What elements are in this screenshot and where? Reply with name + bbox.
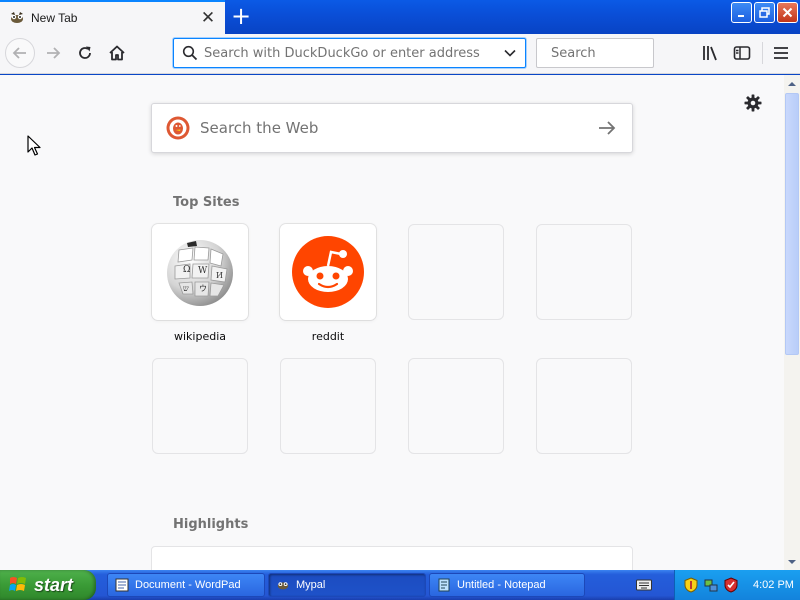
- restore-icon[interactable]: [754, 2, 775, 23]
- windows-logo-icon: [9, 577, 26, 591]
- close-icon[interactable]: [777, 2, 798, 23]
- menu-icon[interactable]: [771, 43, 791, 63]
- back-icon[interactable]: [5, 38, 35, 68]
- scrollbar-thumb[interactable]: [785, 93, 799, 355]
- wikipedia-globe-icon: Ω W И ウ ש: [167, 240, 233, 306]
- svg-text:И: И: [216, 271, 223, 280]
- wordpad-icon: [115, 578, 129, 592]
- duckduckgo-icon: [166, 116, 190, 140]
- search-bar[interactable]: [536, 38, 721, 68]
- toolbar-separator: [762, 42, 763, 64]
- nav-toolbar: [0, 34, 800, 74]
- top-site-placeholder: [536, 224, 632, 320]
- taskbar-item-notepad[interactable]: Untitled - Notepad: [429, 573, 585, 597]
- start-button[interactable]: start: [0, 570, 96, 600]
- top-site-tile-wikipedia[interactable]: Ω W И ウ ש: [152, 224, 248, 320]
- keyboard-icon[interactable]: [636, 578, 652, 592]
- mypal-favicon: [277, 582, 289, 590]
- top-sites-title: Top Sites: [173, 195, 240, 210]
- url-bar[interactable]: [173, 38, 526, 68]
- highlights-title: Highlights: [173, 517, 249, 532]
- top-site-placeholder: [408, 358, 504, 454]
- taskbar-item-mypal[interactable]: Mypal: [268, 573, 426, 597]
- highlight-card[interactable]: [151, 546, 633, 570]
- search-input[interactable]: [551, 45, 721, 61]
- svg-text:W: W: [198, 266, 208, 276]
- minimize-icon[interactable]: [731, 2, 752, 23]
- vertical-scrollbar[interactable]: [784, 75, 800, 570]
- chevron-down-icon[interactable]: [503, 46, 517, 60]
- search-icon: [182, 45, 198, 61]
- gear-icon[interactable]: [744, 94, 762, 112]
- start-label: start: [34, 574, 74, 595]
- forward-icon[interactable]: [38, 38, 68, 68]
- taskbar: start Document - WordPad Mypal Untitled …: [0, 570, 800, 600]
- taskbar-item-label: Mypal: [296, 579, 326, 591]
- network-icon[interactable]: [703, 577, 719, 593]
- home-icon[interactable]: [102, 38, 132, 68]
- title-bar: New Tab ✕ +: [0, 0, 800, 34]
- top-site-placeholder: [408, 224, 504, 320]
- arrow-right-icon[interactable]: [596, 117, 618, 139]
- top-site-label: reddit: [311, 330, 345, 343]
- tab-close-icon[interactable]: ✕: [199, 8, 217, 28]
- web-search-box[interactable]: [151, 103, 633, 153]
- scroll-down-icon[interactable]: [784, 553, 800, 570]
- antivirus-shield-icon[interactable]: [723, 577, 739, 593]
- tab-new-tab[interactable]: New Tab ✕: [0, 0, 225, 34]
- sidebar-icon[interactable]: [732, 43, 752, 63]
- svg-text:ש: ש: [183, 284, 189, 293]
- tab-title: New Tab: [31, 11, 78, 25]
- taskbar-item-label: Document - WordPad: [135, 579, 241, 591]
- top-site-label: wikipedia: [173, 330, 226, 343]
- top-site-placeholder: [536, 358, 632, 454]
- svg-text:ウ: ウ: [199, 284, 207, 293]
- window-controls: [731, 2, 798, 23]
- top-site-tile-reddit[interactable]: [280, 224, 376, 320]
- svg-text:Ω: Ω: [183, 265, 190, 275]
- notepad-icon: [438, 578, 450, 592]
- system-tray: 4:02 PM: [674, 570, 800, 600]
- clock: 4:02 PM: [753, 579, 794, 591]
- top-site-placeholder: [280, 358, 376, 454]
- top-site-placeholder: [152, 358, 248, 454]
- taskbar-item-label: Untitled - Notepad: [457, 579, 546, 591]
- library-icon[interactable]: [700, 43, 720, 63]
- security-shield-icon[interactable]: [683, 577, 699, 593]
- reddit-icon: [292, 236, 364, 308]
- mouse-cursor-icon: [27, 135, 41, 156]
- mypal-favicon: [11, 12, 23, 23]
- newtab-page: Top Sites Ω W И ウ ש wikipedia reddit: [0, 75, 784, 570]
- url-input[interactable]: [204, 45, 503, 61]
- taskbar-item-wordpad[interactable]: Document - WordPad: [107, 573, 265, 597]
- reload-icon[interactable]: [70, 38, 100, 68]
- plus-icon[interactable]: +: [229, 4, 253, 29]
- scroll-up-icon[interactable]: [784, 75, 800, 92]
- web-search-input[interactable]: [200, 119, 596, 137]
